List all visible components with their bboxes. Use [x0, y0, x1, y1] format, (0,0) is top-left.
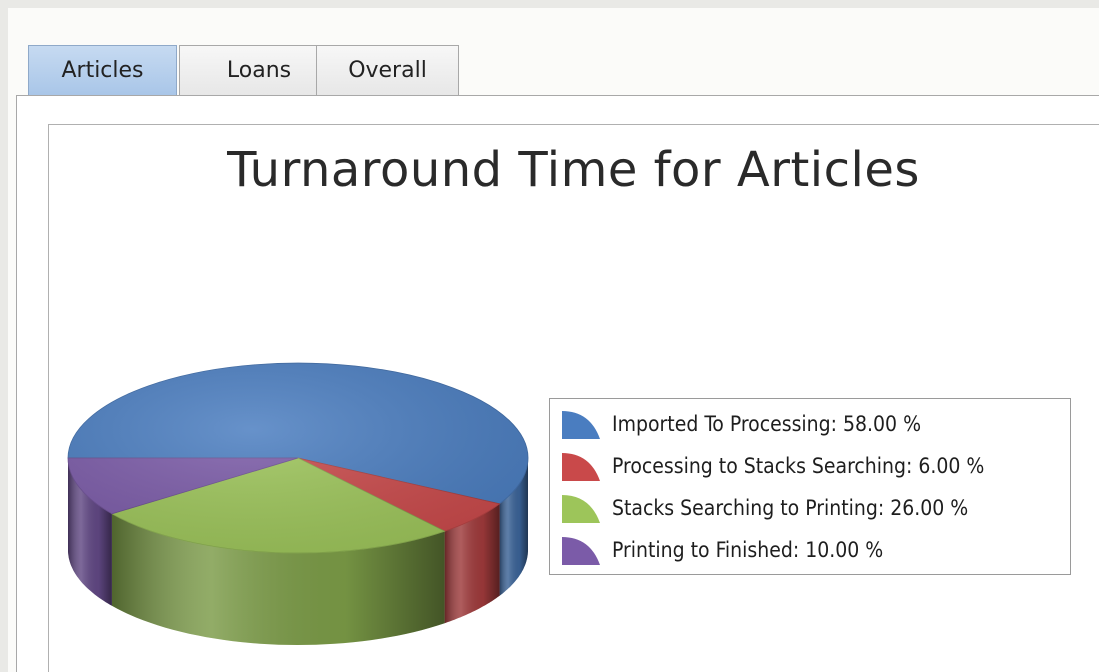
- legend-label: Processing to Stacks Searching: 6.00 %: [612, 454, 985, 478]
- legend-label: Imported To Processing: 58.00 %: [612, 412, 922, 436]
- legend-swatch: [562, 537, 600, 565]
- pie-gloss: [68, 363, 528, 553]
- legend-item: Imported To Processing: 58.00 %: [560, 407, 921, 441]
- legend-item: Processing to Stacks Searching: 6.00 %: [560, 449, 984, 483]
- legend-item: Printing to Finished: 10.00 %: [560, 533, 883, 567]
- chart-legend: Imported To Processing: 58.00 % Processin…: [549, 398, 1071, 575]
- legend-swatch: [562, 411, 600, 439]
- legend-swatch: [562, 495, 600, 523]
- legend-swatch: [562, 453, 600, 481]
- legend-label: Stacks Searching to Printing: 26.00 %: [612, 496, 969, 520]
- legend-item: Stacks Searching to Printing: 26.00 %: [560, 491, 968, 525]
- legend-label: Printing to Finished: 10.00 %: [612, 538, 884, 562]
